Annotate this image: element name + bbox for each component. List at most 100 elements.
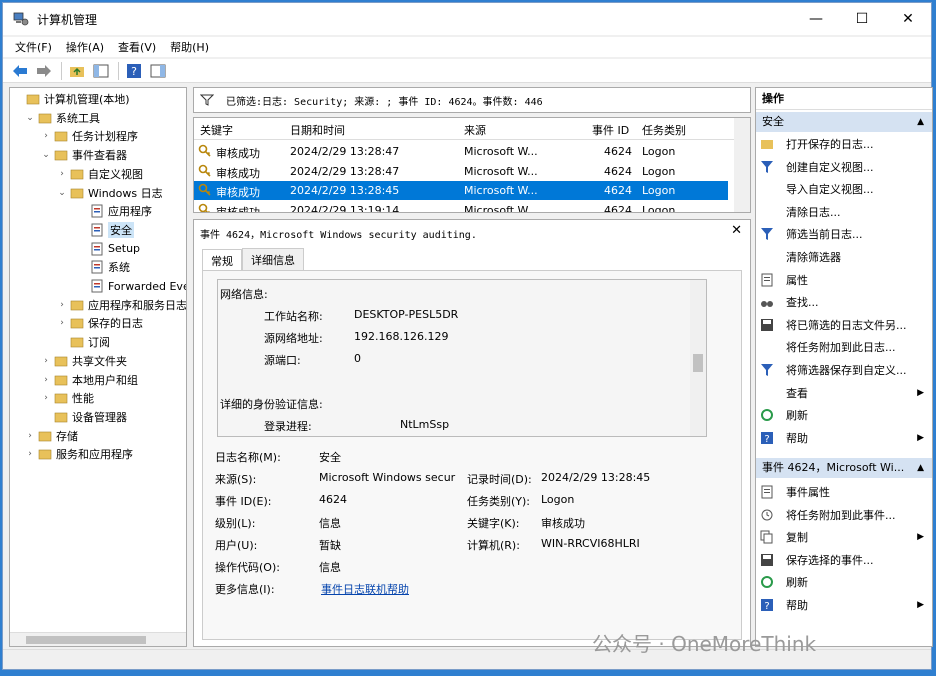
tree-item[interactable]: 设备管理器 <box>40 408 127 426</box>
table-row[interactable]: 审核成功 2024/2/29 13:28:47 Microsoft W... 4624… <box>194 162 728 181</box>
action-item[interactable]: 刷新 <box>756 572 932 592</box>
tree-node-icon <box>38 431 52 441</box>
show-hide-tree-button[interactable] <box>90 61 112 81</box>
action-item[interactable]: 复制 ▶ <box>756 527 932 547</box>
keyword-value: 审核成功 <box>541 517 585 530</box>
action-item[interactable]: 将已筛选的日志文件另... <box>756 315 932 335</box>
up-folder-button[interactable] <box>66 61 88 81</box>
tab-details[interactable]: 详细信息 <box>242 248 304 270</box>
tree-item[interactable]: Forwarded Eve <box>76 277 186 295</box>
tree-item[interactable]: 订阅 <box>56 333 110 351</box>
tree-item[interactable]: ⌄ Windows 日志 <box>56 184 162 202</box>
description-scrollbar[interactable] <box>690 280 706 436</box>
collapsed-chevron-icon[interactable]: › <box>40 375 52 385</box>
event-list[interactable]: 关键字 日期和时间 来源 事件 ID 任务类别 审核成功 2024/2/29 13… <box>193 117 751 213</box>
binoculars-icon <box>761 301 773 308</box>
close-button[interactable]: ✕ <box>885 3 931 35</box>
event-description-box[interactable]: 网络信息: 工作站名称: DESKTOP-PESL5DR 源网络地址: 192.… <box>217 279 707 437</box>
menu-help[interactable]: 帮助(H) <box>170 39 209 55</box>
action-item[interactable]: 创建自定义视图... <box>756 157 932 177</box>
tree-horizontal-scrollbar[interactable] <box>10 632 186 646</box>
cell-source: Microsoft W... <box>464 203 538 213</box>
show-hide-action-pane-button[interactable] <box>147 61 169 81</box>
collapse-caret-icon[interactable]: ▲ <box>917 458 924 478</box>
tree-item[interactable]: 应用程序 <box>76 202 152 220</box>
menu-view[interactable]: 查看(V) <box>118 39 156 55</box>
table-row[interactable]: 审核成功 2024/2/29 13:28:45 Microsoft W... 4624… <box>194 181 728 200</box>
console-tree[interactable]: 计算机管理(本地) ⌄ 系统工具 › 任务计划程序 ⌄ 事件查看器 › 自定义视图 ⌄ Window… <box>9 87 187 647</box>
tree-item[interactable]: ⌄ 事件查看器 <box>40 146 127 164</box>
action-item[interactable]: 事件属性 <box>756 482 932 502</box>
event-list-scrollbar[interactable] <box>734 118 750 212</box>
collapsed-chevron-icon[interactable]: › <box>56 318 68 328</box>
tree-item[interactable]: ⌄ 系统工具 <box>24 109 100 127</box>
action-item[interactable]: 导入自定义视图... <box>756 179 932 199</box>
col-eventid[interactable]: 事件 ID <box>592 122 629 138</box>
collapsed-chevron-icon[interactable]: › <box>56 300 68 310</box>
source-value: Microsoft Windows secur <box>319 471 456 484</box>
action-item[interactable]: 查看 ▶ <box>756 383 932 403</box>
collapsed-chevron-icon[interactable]: › <box>24 449 36 459</box>
menu-action[interactable]: 操作(A) <box>66 39 104 55</box>
table-row[interactable]: 审核成功 2024/2/29 13:28:47 Microsoft W... 4624… <box>194 142 728 161</box>
action-item[interactable]: ? 帮助 ▶ <box>756 428 932 448</box>
tree-item[interactable]: › 存储 <box>24 427 78 445</box>
tab-general[interactable]: 常规 <box>202 249 242 271</box>
online-help-link[interactable]: 事件日志联机帮助 <box>321 581 409 597</box>
tree-item[interactable]: › 任务计划程序 <box>40 127 138 145</box>
expanded-chevron-icon[interactable]: ⌄ <box>56 188 68 198</box>
collapsed-chevron-icon[interactable]: › <box>40 356 52 366</box>
action-item[interactable]: 将任务附加到此日志... <box>756 337 932 357</box>
tree-node-icon <box>26 94 40 105</box>
tree-item[interactable]: › 服务和应用程序 <box>24 445 133 463</box>
tree-item[interactable]: 计算机管理(本地) <box>12 90 130 108</box>
menu-file[interactable]: 文件(F) <box>15 39 52 55</box>
action-item[interactable]: 将任务附加到此事件... <box>756 505 932 525</box>
action-item[interactable]: 清除日志... <box>756 202 932 222</box>
action-item[interactable]: ? 帮助 ▶ <box>756 595 932 615</box>
tree-item[interactable]: › 性能 <box>40 389 94 407</box>
forward-button[interactable] <box>33 61 55 81</box>
action-section-header[interactable]: 事件 4624，Microsoft Wi... ▲ <box>756 458 932 478</box>
collapsed-chevron-icon[interactable]: › <box>40 131 52 141</box>
action-item[interactable]: 保存选择的事件... <box>756 550 932 570</box>
collapse-caret-icon[interactable]: ▲ <box>917 112 924 132</box>
user-label: 用户(U): <box>215 539 258 552</box>
tree-item[interactable]: 系统 <box>76 258 130 276</box>
back-button[interactable] <box>9 61 31 81</box>
col-source[interactable]: 来源 <box>464 122 486 138</box>
tree-item[interactable]: 安全 <box>76 221 134 239</box>
action-item[interactable]: 筛选当前日志... <box>756 224 932 244</box>
cell-eventid: 4624 <box>604 184 632 197</box>
tree-item[interactable]: › 共享文件夹 <box>40 352 127 370</box>
action-section-header[interactable]: 安全 ▲ <box>756 112 932 132</box>
tree-item[interactable]: › 本地用户和组 <box>40 371 138 389</box>
collapsed-chevron-icon[interactable]: › <box>40 393 52 403</box>
col-category[interactable]: 任务类别 <box>642 122 686 138</box>
action-item[interactable]: 打开保存的日志... <box>756 134 932 154</box>
collapsed-chevron-icon[interactable]: › <box>24 431 36 441</box>
tree-item[interactable]: › 应用程序和服务日志 <box>56 296 186 314</box>
detail-close-icon[interactable]: ✕ <box>731 223 742 238</box>
action-item[interactable]: 清除筛选器 <box>756 247 932 267</box>
collapsed-chevron-icon[interactable]: › <box>56 169 68 179</box>
table-row[interactable]: 审核成功 2024/2/29 13:19:14 Microsoft W... 4624… <box>194 201 728 213</box>
tree-item[interactable]: Setup <box>76 240 140 258</box>
expanded-chevron-icon[interactable]: ⌄ <box>24 113 36 123</box>
action-item[interactable]: 属性 <box>756 270 932 290</box>
help-button[interactable]: ? <box>123 61 145 81</box>
tree-item[interactable]: › 保存的日志 <box>56 314 143 332</box>
tree-node-icon <box>54 393 68 404</box>
col-datetime[interactable]: 日期和时间 <box>290 122 345 138</box>
maximize-button[interactable]: ☐ <box>839 3 885 35</box>
filter-icon <box>761 228 773 241</box>
action-item[interactable]: 将筛选器保存到自定义... <box>756 360 932 380</box>
action-item[interactable]: 查找... <box>756 292 932 312</box>
tree-item[interactable]: › 自定义视图 <box>56 165 143 183</box>
action-item[interactable]: 刷新 <box>756 405 932 425</box>
scroll-thumb[interactable] <box>693 354 703 372</box>
scroll-thumb[interactable] <box>26 636 146 644</box>
col-keyword[interactable]: 关键字 <box>200 122 233 138</box>
minimize-button[interactable]: — <box>793 3 839 35</box>
expanded-chevron-icon[interactable]: ⌄ <box>40 150 52 160</box>
